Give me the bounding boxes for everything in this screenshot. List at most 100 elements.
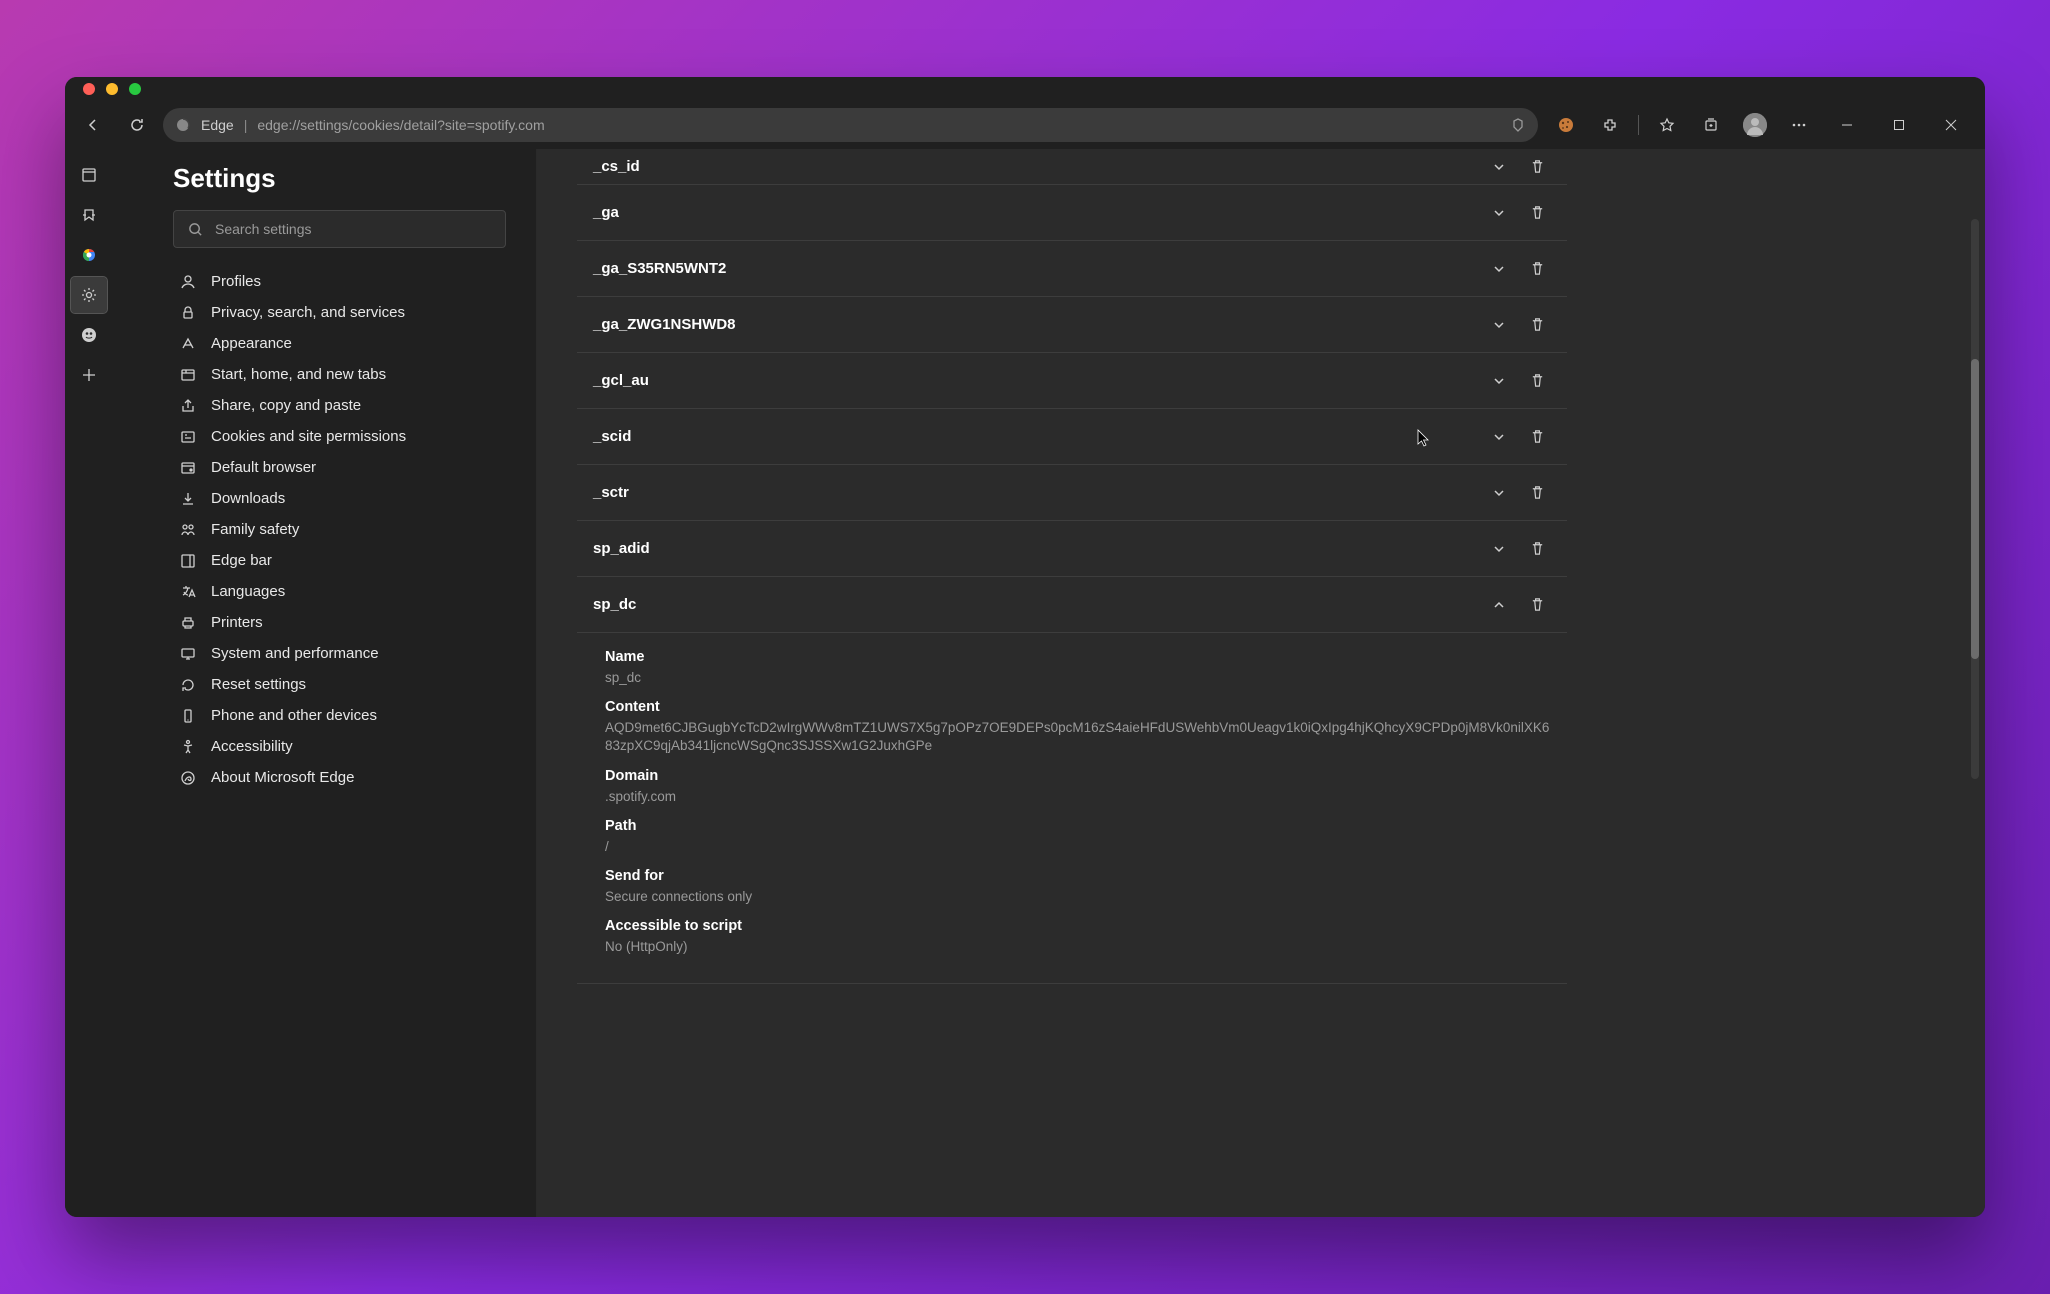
sidebar-item-tabs[interactable]: Start, home, and new tabs xyxy=(173,359,506,390)
chevron-down-icon[interactable] xyxy=(1483,533,1515,565)
detail-label-path: Path xyxy=(605,818,1551,834)
cookie-row[interactable]: _ga_ZWG1NSHWD8 xyxy=(577,297,1567,353)
search-input[interactable] xyxy=(215,221,491,237)
favorites-icon[interactable] xyxy=(1647,107,1687,143)
edge-icon xyxy=(175,117,191,133)
sidebar-item-accessibility[interactable]: Accessibility xyxy=(173,731,506,762)
tab-icon-2[interactable] xyxy=(71,237,107,273)
window-close-button[interactable] xyxy=(1927,107,1975,143)
cookie-row[interactable]: sp_adid xyxy=(577,521,1567,577)
chevron-down-icon[interactable] xyxy=(1483,365,1515,397)
tab-icon-0[interactable] xyxy=(71,157,107,193)
sidebar-item-reset[interactable]: Reset settings xyxy=(173,669,506,700)
chevron-down-icon[interactable] xyxy=(1483,151,1515,183)
cookie-name: _ga xyxy=(593,204,1483,221)
tracking-prevention-icon[interactable] xyxy=(1510,117,1526,133)
cookie-name: sp_dc xyxy=(593,596,1483,613)
chevron-up-icon[interactable] xyxy=(1483,589,1515,621)
tab-icon-settings[interactable] xyxy=(71,277,107,313)
profile-button[interactable] xyxy=(1735,107,1775,143)
refresh-button[interactable] xyxy=(119,107,155,143)
sidebar-item-lock[interactable]: Privacy, search, and services xyxy=(173,297,506,328)
vertical-tab-bar xyxy=(65,149,113,1217)
chevron-down-icon[interactable] xyxy=(1483,197,1515,229)
more-menu-button[interactable] xyxy=(1779,107,1819,143)
cookie-list: _cs_id _ga _ga_S35RN5WNT2 _ga_ZWG1NSHWD8 _gc… xyxy=(577,149,1567,984)
chevron-down-icon[interactable] xyxy=(1483,253,1515,285)
sidebar-item-edgebar[interactable]: Edge bar xyxy=(173,545,506,576)
scrollbar-thumb[interactable] xyxy=(1971,359,1979,659)
close-traffic-light[interactable] xyxy=(83,83,95,95)
address-bar[interactable]: Edge | edge://settings/cookies/detail?si… xyxy=(163,108,1538,142)
minimize-traffic-light[interactable] xyxy=(106,83,118,95)
chevron-down-icon[interactable] xyxy=(1483,421,1515,453)
toolbar-right xyxy=(1546,107,1975,143)
sidebar-item-about[interactable]: About Microsoft Edge xyxy=(173,762,506,793)
back-button[interactable] xyxy=(75,107,111,143)
extensions-icon[interactable] xyxy=(1590,107,1630,143)
share-icon xyxy=(179,398,197,414)
sidebar-item-languages[interactable]: Languages xyxy=(173,576,506,607)
appearance-icon xyxy=(179,336,197,352)
delete-cookie-button[interactable] xyxy=(1521,421,1553,453)
tab-icon-4[interactable] xyxy=(71,317,107,353)
tab-icon-1[interactable] xyxy=(71,197,107,233)
window-minimize-button[interactable] xyxy=(1823,107,1871,143)
sidebar-item-label: Cookies and site permissions xyxy=(211,428,406,445)
sidebar-item-label: Share, copy and paste xyxy=(211,397,361,414)
delete-cookie-button[interactable] xyxy=(1521,589,1553,621)
sidebar-item-label: Downloads xyxy=(211,490,285,507)
person-icon xyxy=(179,274,197,290)
delete-cookie-button[interactable] xyxy=(1521,309,1553,341)
sidebar-item-appearance[interactable]: Appearance xyxy=(173,328,506,359)
detail-label-content: Content xyxy=(605,699,1551,715)
cookie-row[interactable]: _ga_S35RN5WNT2 xyxy=(577,241,1567,297)
separator xyxy=(1638,115,1639,135)
delete-cookie-button[interactable] xyxy=(1521,477,1553,509)
sidebar-item-label: Default browser xyxy=(211,459,316,476)
window-maximize-button[interactable] xyxy=(1875,107,1923,143)
detail-value-content: AQD9met6CJBGugbYcTcD2wIrgWWv8mTZ1UWS7X5g… xyxy=(605,719,1551,755)
cookie-row[interactable]: _cs_id xyxy=(577,149,1567,185)
sidebar-item-system[interactable]: System and performance xyxy=(173,638,506,669)
sidebar-item-share[interactable]: Share, copy and paste xyxy=(173,390,506,421)
new-tab-button[interactable] xyxy=(71,357,107,393)
cookie-row[interactable]: _scid xyxy=(577,409,1567,465)
sidebar-item-label: Start, home, and new tabs xyxy=(211,366,386,383)
delete-cookie-button[interactable] xyxy=(1521,197,1553,229)
cookie-name: _scid xyxy=(593,428,1483,445)
sidebar-item-browser[interactable]: Default browser xyxy=(173,452,506,483)
cookie-row[interactable]: _gcl_au xyxy=(577,353,1567,409)
zoom-traffic-light[interactable] xyxy=(129,83,141,95)
toolbar: Edge | edge://settings/cookies/detail?si… xyxy=(65,101,1985,149)
chevron-down-icon[interactable] xyxy=(1483,477,1515,509)
sidebar-item-person[interactable]: Profiles xyxy=(173,266,506,297)
sidebar-item-phone[interactable]: Phone and other devices xyxy=(173,700,506,731)
search-box[interactable] xyxy=(173,210,506,248)
collections-icon[interactable] xyxy=(1691,107,1731,143)
sidebar-item-cookie[interactable]: Cookies and site permissions xyxy=(173,421,506,452)
cookie-row[interactable]: sp_dc xyxy=(577,577,1567,633)
sidebar-title: Settings xyxy=(173,163,506,194)
cookie-row[interactable]: _ga xyxy=(577,185,1567,241)
cookie-icon[interactable] xyxy=(1546,107,1586,143)
sidebar-item-label: Profiles xyxy=(211,273,261,290)
detail-label-domain: Domain xyxy=(605,768,1551,784)
sidebar-item-label: Appearance xyxy=(211,335,292,352)
delete-cookie-button[interactable] xyxy=(1521,533,1553,565)
delete-cookie-button[interactable] xyxy=(1521,253,1553,285)
content: Settings Profiles Privacy, search, and se… xyxy=(65,149,1985,1217)
cookie-row[interactable]: _sctr xyxy=(577,465,1567,521)
accessibility-icon xyxy=(179,739,197,755)
edgebar-icon xyxy=(179,553,197,569)
sidebar-item-family[interactable]: Family safety xyxy=(173,514,506,545)
delete-cookie-button[interactable] xyxy=(1521,365,1553,397)
delete-cookie-button[interactable] xyxy=(1521,151,1553,183)
main-panel: _cs_id _ga _ga_S35RN5WNT2 _ga_ZWG1NSHWD8 _gc… xyxy=(537,149,1985,1217)
cookie-name: _ga_ZWG1NSHWD8 xyxy=(593,316,1483,333)
sidebar-item-download[interactable]: Downloads xyxy=(173,483,506,514)
settings-sidebar: Settings Profiles Privacy, search, and se… xyxy=(113,149,537,1217)
chevron-down-icon[interactable] xyxy=(1483,309,1515,341)
scrollbar[interactable] xyxy=(1971,219,1979,779)
sidebar-item-printer[interactable]: Printers xyxy=(173,607,506,638)
